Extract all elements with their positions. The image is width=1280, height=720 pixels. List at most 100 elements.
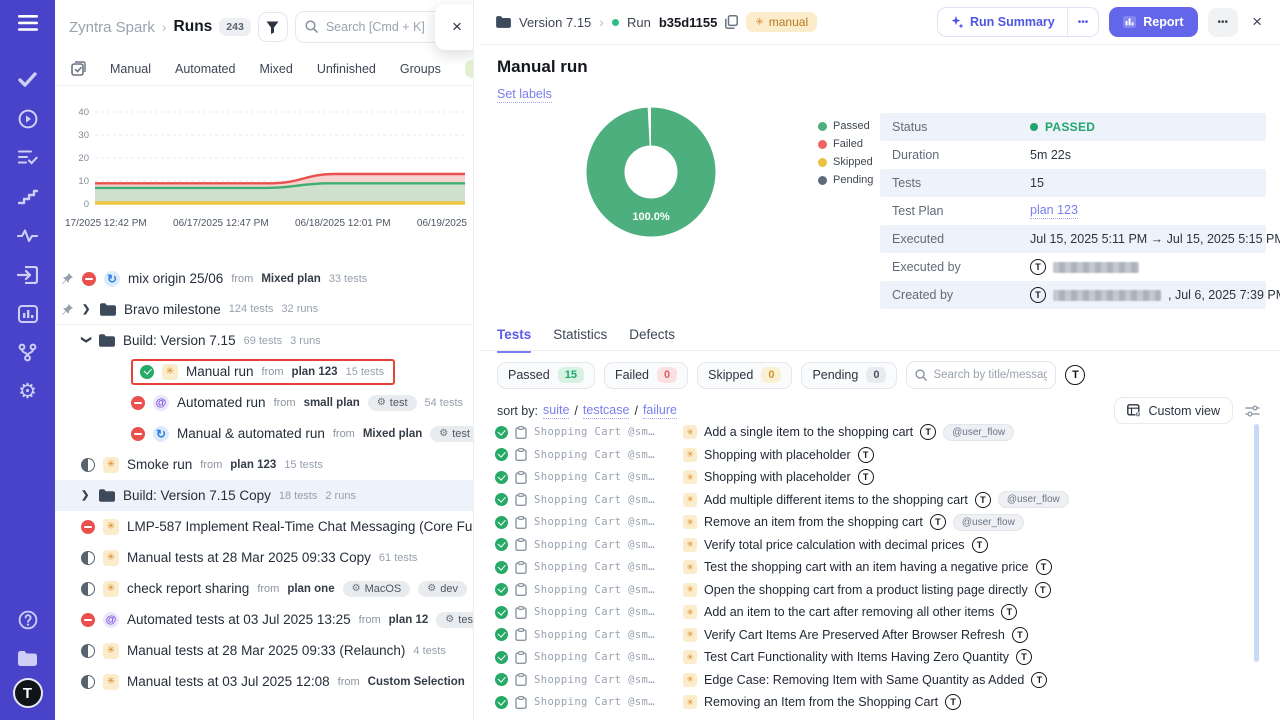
run-plan[interactable]: Custom Selection [368, 676, 465, 688]
list-check-icon[interactable] [0, 138, 55, 177]
chevron-down-icon[interactable]: ❯ [81, 336, 92, 346]
assignee-avatar[interactable]: T [1065, 365, 1085, 385]
run-row-manual-run-selected[interactable]: Manual run from plan 123 15 tests [55, 356, 473, 387]
import-run-icon[interactable] [0, 255, 55, 294]
test-title[interactable]: Verify total price calculation with deci… [704, 538, 965, 552]
test-row[interactable]: Shopping Cart @sm… Open the shopping car… [495, 579, 1254, 602]
suite-name[interactable]: Shopping Cart @sm… [534, 561, 676, 573]
tab-groups[interactable]: Groups [400, 62, 441, 76]
run-row-mix-origin[interactable]: mix origin 25/06 from Mixed plan 33 test… [55, 263, 473, 294]
user-avatar[interactable]: T [13, 678, 43, 708]
filter-pending[interactable]: Pending0 [801, 362, 897, 389]
suite-name[interactable]: Shopping Cart @sm… [534, 426, 676, 438]
filter-button[interactable] [258, 12, 288, 42]
branch-icon[interactable] [0, 333, 55, 372]
test-row[interactable]: Shopping Cart @sm… Remove an item from t… [495, 511, 1254, 534]
run-row-check-report-sharing[interactable]: check report sharing from plan one MacOS… [55, 573, 473, 604]
run-row-manual-tests-relaunch[interactable]: Manual tests at 28 Mar 2025 09:33 (Relau… [55, 635, 473, 666]
sort-testcase-link[interactable]: testcase [583, 403, 630, 419]
run-plan[interactable]: plan 123 [292, 366, 338, 378]
test-title[interactable]: Edge Case: Removing Item with Same Quant… [704, 673, 1024, 687]
more-button[interactable]: ••• [1208, 8, 1239, 37]
run-summary-more-button[interactable]: ••• [1067, 8, 1099, 36]
run-group-build-715[interactable]: ❯ Build: Version 7.15 69 tests 3 runs [55, 325, 473, 356]
filter-failed[interactable]: Failed0 [604, 362, 688, 389]
activity-icon[interactable] [0, 216, 55, 255]
tag-filter-chip[interactable]: tes [465, 60, 474, 78]
detail-close-button[interactable]: × [1248, 10, 1266, 34]
test-title[interactable]: Open the shopping cart from a product li… [704, 583, 1028, 597]
test-row[interactable]: Shopping Cart @sm… Edge Case: Removing I… [495, 669, 1254, 692]
test-title[interactable]: Test Cart Functionality with Items Havin… [704, 650, 1009, 664]
test-row[interactable]: Shopping Cart @sm… Verify Cart Items Are… [495, 624, 1254, 647]
test-row[interactable]: Shopping Cart @sm… Shopping with placeho… [495, 444, 1254, 467]
suite-name[interactable]: Shopping Cart @sm… [534, 449, 676, 461]
run-plan[interactable]: plan 12 [389, 614, 429, 626]
suite-name[interactable]: Shopping Cart @sm… [534, 539, 676, 551]
settings-icon[interactable]: ⚙ [0, 372, 55, 411]
run-row-manual-tests-custom[interactable]: Manual tests at 03 Jul 2025 12:08 from C… [55, 666, 473, 697]
suite-name[interactable]: Shopping Cart @sm… [534, 584, 676, 596]
run-plan[interactable]: plan 123 [230, 459, 276, 471]
test-plan-link[interactable]: plan 123 [1030, 203, 1078, 219]
sliders-icon[interactable] [1245, 405, 1260, 417]
test-row[interactable]: Shopping Cart @sm… Removing an Item from… [495, 691, 1254, 714]
filter-passed[interactable]: Passed15 [497, 362, 595, 389]
test-row[interactable]: Shopping Cart @sm… Verify total price ca… [495, 534, 1254, 557]
run-plan[interactable]: plan one [287, 583, 334, 595]
run-group-build-715-copy[interactable]: ❯ Build: Version 7.15 Copy 18 tests 2 ru… [55, 480, 473, 511]
test-title[interactable]: Removing an Item from the Shopping Cart [704, 695, 938, 709]
run-plan[interactable]: Mixed plan [363, 428, 422, 440]
run-group-bravo[interactable]: ❯ Bravo milestone 124 tests 32 runs [55, 294, 473, 325]
test-tag[interactable]: @user_flow [953, 514, 1024, 531]
run-plan[interactable]: small plan [304, 397, 360, 409]
test-title[interactable]: Add multiple different items to the shop… [704, 493, 968, 507]
test-title[interactable]: Test the shopping cart with an item havi… [704, 560, 1029, 574]
breadcrumb-project[interactable]: Zyntra Spark [69, 19, 155, 36]
sort-suite-link[interactable]: suite [543, 403, 569, 419]
tab-automated[interactable]: Automated [175, 62, 235, 76]
tests-scrollbar[interactable] [1254, 424, 1259, 662]
test-row[interactable]: Shopping Cart @sm… Test the shopping car… [495, 556, 1254, 579]
test-title[interactable]: Verify Cart Items Are Preserved After Br… [704, 628, 1005, 642]
chevron-right-icon[interactable]: ❯ [82, 304, 92, 315]
steps-icon[interactable] [0, 177, 55, 216]
custom-view-button[interactable]: ⚙ Custom view [1114, 397, 1233, 424]
tab-mixed[interactable]: Mixed [259, 62, 292, 76]
test-title[interactable]: Remove an item from the shopping cart [704, 515, 923, 529]
test-title[interactable]: Shopping with placeholder [704, 448, 851, 462]
test-title[interactable]: Add a single item to the shopping cart [704, 425, 913, 439]
suite-name[interactable]: Shopping Cart @sm… [534, 471, 676, 483]
test-title[interactable]: Shopping with placeholder [704, 470, 851, 484]
test-row[interactable]: Shopping Cart @sm… Shopping with placeho… [495, 466, 1254, 489]
suite-name[interactable]: Shopping Cart @sm… [534, 494, 676, 506]
chevron-right-icon[interactable]: ❯ [81, 490, 91, 501]
tab-unfinished[interactable]: Unfinished [317, 62, 376, 76]
check-icon[interactable] [0, 60, 55, 99]
suite-name[interactable]: Shopping Cart @sm… [534, 651, 676, 663]
run-row-lmp-587[interactable]: LMP-587 Implement Real-Time Chat Messagi… [55, 511, 473, 542]
run-row-automated-tests[interactable]: Automated tests at 03 Jul 2025 13:25 fro… [55, 604, 473, 635]
test-row[interactable]: Shopping Cart @sm… Add a single item to … [495, 421, 1254, 444]
projects-folder-icon[interactable] [0, 639, 55, 678]
test-tag[interactable]: @user_flow [998, 491, 1069, 508]
suite-name[interactable]: Shopping Cart @sm… [534, 516, 676, 528]
suite-name[interactable]: Shopping Cart @sm… [534, 674, 676, 686]
test-title[interactable]: Add an item to the cart after removing a… [704, 605, 994, 619]
tests-search-input[interactable] [907, 362, 1055, 388]
report-button[interactable]: Report [1109, 7, 1197, 37]
bar-chart-icon[interactable] [0, 294, 55, 333]
play-circle-icon[interactable] [0, 99, 55, 138]
run-row-manual-tests-copy[interactable]: Manual tests at 28 Mar 2025 09:33 Copy 6… [55, 542, 473, 573]
run-row-smoke-run[interactable]: Smoke run from plan 123 15 tests [55, 449, 473, 480]
help-icon[interactable] [0, 600, 55, 639]
suite-name[interactable]: Shopping Cart @sm… [534, 606, 676, 618]
breadcrumb-folder[interactable]: Version 7.15 [519, 15, 591, 30]
panel-close-button[interactable]: × [435, 4, 474, 50]
sort-failure-link[interactable]: failure [643, 403, 677, 419]
test-row[interactable]: Shopping Cart @sm… Add multiple differen… [495, 489, 1254, 512]
test-tag[interactable]: @user_flow [943, 424, 1014, 441]
run-summary-button[interactable]: Run Summary ••• [937, 7, 1099, 37]
run-row-manual-automated[interactable]: Manual & automated run from Mixed plan t… [55, 418, 473, 449]
suite-name[interactable]: Shopping Cart @sm… [534, 696, 676, 708]
